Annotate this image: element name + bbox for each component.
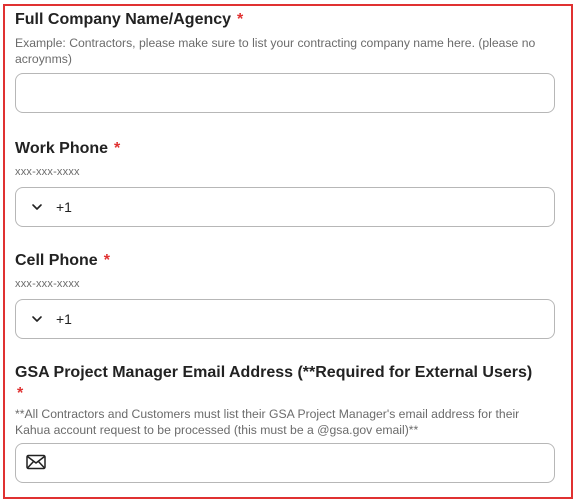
company-field: Full Company Name/Agency * Example: Contr… [15,10,555,113]
company-label: Full Company Name/Agency * [15,10,555,29]
cell-phone-label-text: Cell Phone [15,252,98,269]
work-phone-required-mark: * [114,140,121,157]
gsa-email-required-row: * [15,384,555,403]
work-phone-country-code: +1 [56,199,72,215]
chevron-down-icon [32,204,42,210]
work-phone-format-hint: xxx-xxx-xxxx [15,166,80,178]
gsa-email-required-mark: * [17,385,24,402]
chevron-down-icon [32,316,42,322]
cell-phone-country-select[interactable]: +1 [30,300,72,338]
work-phone-label-text: Work Phone [15,140,109,157]
cell-phone-label: Cell Phone * [15,251,555,270]
work-phone-label: Work Phone * [15,139,555,158]
work-phone-field: Work Phone * xxx-xxx-xxxx +1 [15,139,555,227]
company-required-mark: * [237,11,244,28]
mail-icon [26,454,46,470]
gsa-email-input[interactable] [15,443,555,483]
cell-phone-country-code: +1 [56,311,72,327]
work-phone-input[interactable]: +1 [15,187,555,227]
gsa-email-help-text: **All Contractors and Customers must lis… [15,407,520,437]
gsa-email-label: GSA Project Manager Email Address (**Req… [15,363,555,382]
gsa-email-field: GSA Project Manager Email Address (**Req… [15,363,555,483]
company-label-text: Full Company Name/Agency [15,11,232,28]
work-phone-country-select[interactable]: +1 [30,188,72,226]
company-help-text: Example: Contractors, please make sure t… [15,36,536,66]
cell-phone-required-mark: * [103,252,110,269]
cell-phone-field: Cell Phone * xxx-xxx-xxxx +1 [15,251,555,339]
gsa-email-label-text: GSA Project Manager Email Address (**Req… [15,364,533,381]
cell-phone-input[interactable]: +1 [15,299,555,339]
cell-phone-format-hint: xxx-xxx-xxxx [15,278,80,290]
company-input[interactable] [15,73,555,113]
